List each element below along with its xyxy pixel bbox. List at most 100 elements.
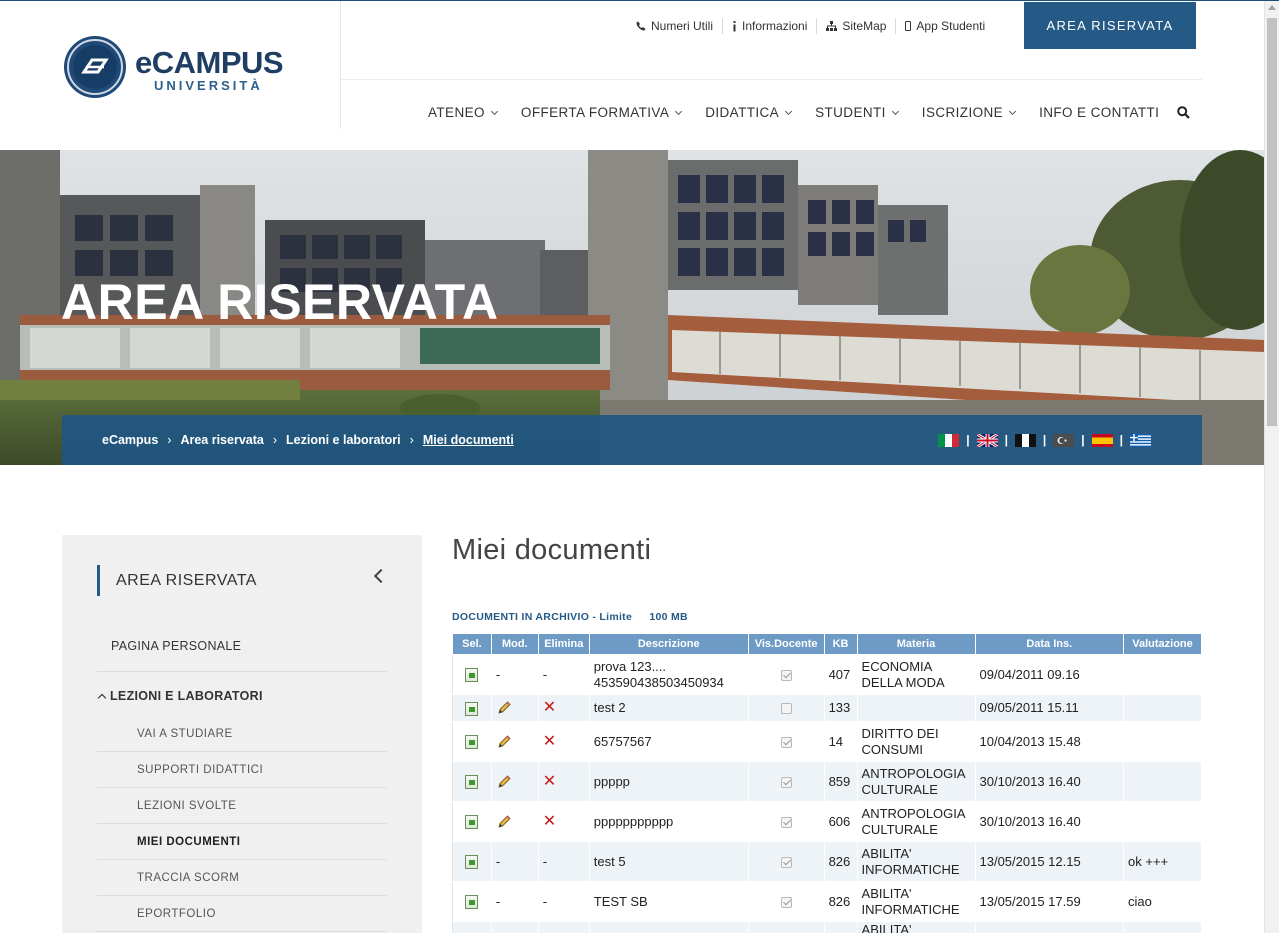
description-cell: 65757567: [588, 721, 749, 762]
select-cell[interactable]: [452, 654, 492, 695]
select-cell[interactable]: [452, 761, 492, 802]
delete-x-icon[interactable]: ✕: [543, 813, 556, 830]
nav-studenti[interactable]: STUDENTI: [815, 105, 899, 120]
docente-visibility-checkbox[interactable]: [780, 703, 792, 715]
valutazione-cell: [1123, 801, 1202, 842]
sitemap-icon: [826, 21, 838, 31]
select-cell[interactable]: [452, 881, 492, 922]
logo-text: eCAMPUS: [135, 45, 284, 80]
sidebar-subitem-traccia-scorm[interactable]: TRACCIA SCORM: [97, 860, 387, 896]
chevron-left-icon[interactable]: [373, 568, 389, 584]
delete-cell[interactable]: ✕: [537, 801, 590, 842]
nav-ateneo[interactable]: ATENEO: [428, 105, 498, 120]
nav-label: OFFERTA FORMATIVA: [520, 105, 670, 120]
toplink-sitemap[interactable]: SiteMap: [817, 18, 897, 34]
toplink-app-studenti[interactable]: App Studenti: [896, 18, 994, 34]
flag-gb-icon[interactable]: [976, 433, 998, 447]
nav-didattica[interactable]: DIDATTICA: [705, 105, 793, 120]
pencil-icon[interactable]: [496, 814, 512, 830]
table-row: - - test 5 826 ABILITA' INFORMATICHE 13/05/20…: [452, 841, 1202, 882]
docente-visibility-checkbox[interactable]: [780, 816, 792, 828]
select-cell[interactable]: [452, 841, 492, 882]
sidebar-subitem-supporti-didattici[interactable]: SUPPORTI DIDATTICI: [97, 752, 387, 788]
pencil-icon[interactable]: [496, 700, 512, 716]
kb-cell: 826: [823, 841, 858, 882]
sidebar-item-lezioni-laboratori[interactable]: LEZIONI E LABORATORI: [97, 686, 387, 706]
nav-offerta-formativa[interactable]: OFFERTA FORMATIVA: [520, 105, 683, 120]
select-cell[interactable]: [452, 921, 492, 933]
kb-cell: 133: [823, 694, 858, 722]
pencil-icon[interactable]: [496, 734, 512, 750]
sidebar-subitem-miei-documenti[interactable]: MIEI DOCUMENTI: [97, 824, 387, 860]
docente-visibility-checkbox[interactable]: [780, 896, 792, 908]
breadcrumb-item-lezioni[interactable]: Lezioni e laboratori: [286, 433, 401, 447]
delete-cell[interactable]: ✕: [537, 694, 590, 722]
visibility-cell[interactable]: [747, 761, 825, 802]
breadcrumb-item-ecampus[interactable]: eCampus: [102, 433, 158, 447]
select-document-icon[interactable]: [465, 668, 479, 683]
visibility-cell[interactable]: [747, 721, 825, 762]
kb-cell: 859: [823, 761, 858, 802]
flag-tr-icon[interactable]: [1053, 433, 1075, 447]
select-cell[interactable]: [452, 721, 492, 762]
nav-label: STUDENTI: [815, 105, 886, 120]
date-cell: 09/05/2011 15.11: [974, 694, 1125, 722]
edit-cell[interactable]: [490, 694, 539, 722]
toplink-informazioni[interactable]: Informazioni: [723, 18, 818, 34]
breadcrumb-item-area-riservata[interactable]: Area riservata: [180, 433, 263, 447]
sidebar-subitem-vai-a-studiare[interactable]: VAI A STUDIARE: [97, 716, 387, 752]
select-cell[interactable]: [452, 801, 492, 842]
visibility-cell[interactable]: [747, 881, 825, 922]
sidebar-subitem-eportfolio[interactable]: EPORTFOLIO: [97, 896, 387, 932]
flag-it-icon[interactable]: [938, 433, 960, 447]
edit-cell[interactable]: [490, 761, 539, 802]
table-row: ✕ ppppp 859 ANTROPOLOGIA CULTURALE 30/10/201…: [452, 761, 1202, 802]
chevron-down-icon: [1009, 107, 1017, 115]
column-header: Descrizione: [588, 633, 749, 655]
select-document-icon[interactable]: [465, 735, 479, 750]
docente-visibility-checkbox[interactable]: [780, 776, 792, 788]
flag-fr-icon[interactable]: [1014, 433, 1036, 447]
search-icon[interactable]: [1177, 106, 1191, 119]
docente-visibility-checkbox[interactable]: [780, 736, 792, 748]
select-document-icon[interactable]: [465, 815, 479, 830]
edit-cell[interactable]: [490, 801, 539, 842]
sidebar-item-pagina-personale[interactable]: PAGINA PERSONALE: [97, 639, 387, 672]
chevron-down-icon: [490, 107, 498, 115]
delete-x-icon[interactable]: ✕: [543, 733, 556, 750]
delete-x-icon[interactable]: ✕: [543, 699, 556, 716]
delete-x-icon[interactable]: ✕: [543, 773, 556, 790]
scroll-up-arrow-icon[interactable]: [1268, 5, 1276, 10]
sidebar-subitem-lezioni-svolte[interactable]: LEZIONI SVOLTE: [97, 788, 387, 824]
flag-gr-icon[interactable]: [1130, 433, 1151, 447]
breadcrumb-item-current[interactable]: Miei documenti: [423, 433, 514, 447]
toplink-label: SiteMap: [842, 19, 887, 33]
select-document-icon[interactable]: [465, 701, 479, 716]
visibility-cell[interactable]: [747, 694, 825, 722]
visibility-cell[interactable]: [747, 841, 825, 882]
nav-iscrizione[interactable]: ISCRIZIONE: [922, 105, 1017, 120]
scrollbar-thumb[interactable]: [1267, 18, 1277, 426]
ecampus-logo[interactable]: eCAMPUS UNIVERSITÀ: [62, 34, 302, 100]
select-document-icon[interactable]: [465, 895, 479, 910]
select-cell[interactable]: [452, 694, 492, 722]
delete-cell[interactable]: ✕: [537, 761, 590, 802]
flag-gr-graphic: [1130, 433, 1151, 447]
visibility-cell[interactable]: [747, 654, 825, 695]
select-document-icon[interactable]: [465, 775, 479, 790]
docente-visibility-checkbox[interactable]: [780, 856, 792, 868]
hero-title: AREA RISERVATA: [61, 274, 499, 330]
edit-cell[interactable]: [490, 721, 539, 762]
area-riservata-button[interactable]: AREA RISERVATA: [1024, 2, 1196, 49]
delete-cell[interactable]: ✕: [537, 721, 590, 762]
visibility-cell[interactable]: [747, 801, 825, 842]
flag-es-icon[interactable]: [1091, 433, 1113, 447]
nav-info-contatti[interactable]: INFO E CONTATTI: [1039, 105, 1159, 120]
archive-label-text: DOCUMENTI IN ARCHIVIO - Limite: [452, 611, 633, 623]
page-scrollbar[interactable]: [1264, 1, 1279, 933]
edit-cell: -: [490, 654, 539, 695]
pencil-icon[interactable]: [496, 774, 512, 790]
docente-visibility-checkbox[interactable]: [780, 669, 792, 681]
toplink-numeri-utili[interactable]: Numeri Utili: [636, 18, 724, 34]
select-document-icon[interactable]: [465, 855, 479, 870]
